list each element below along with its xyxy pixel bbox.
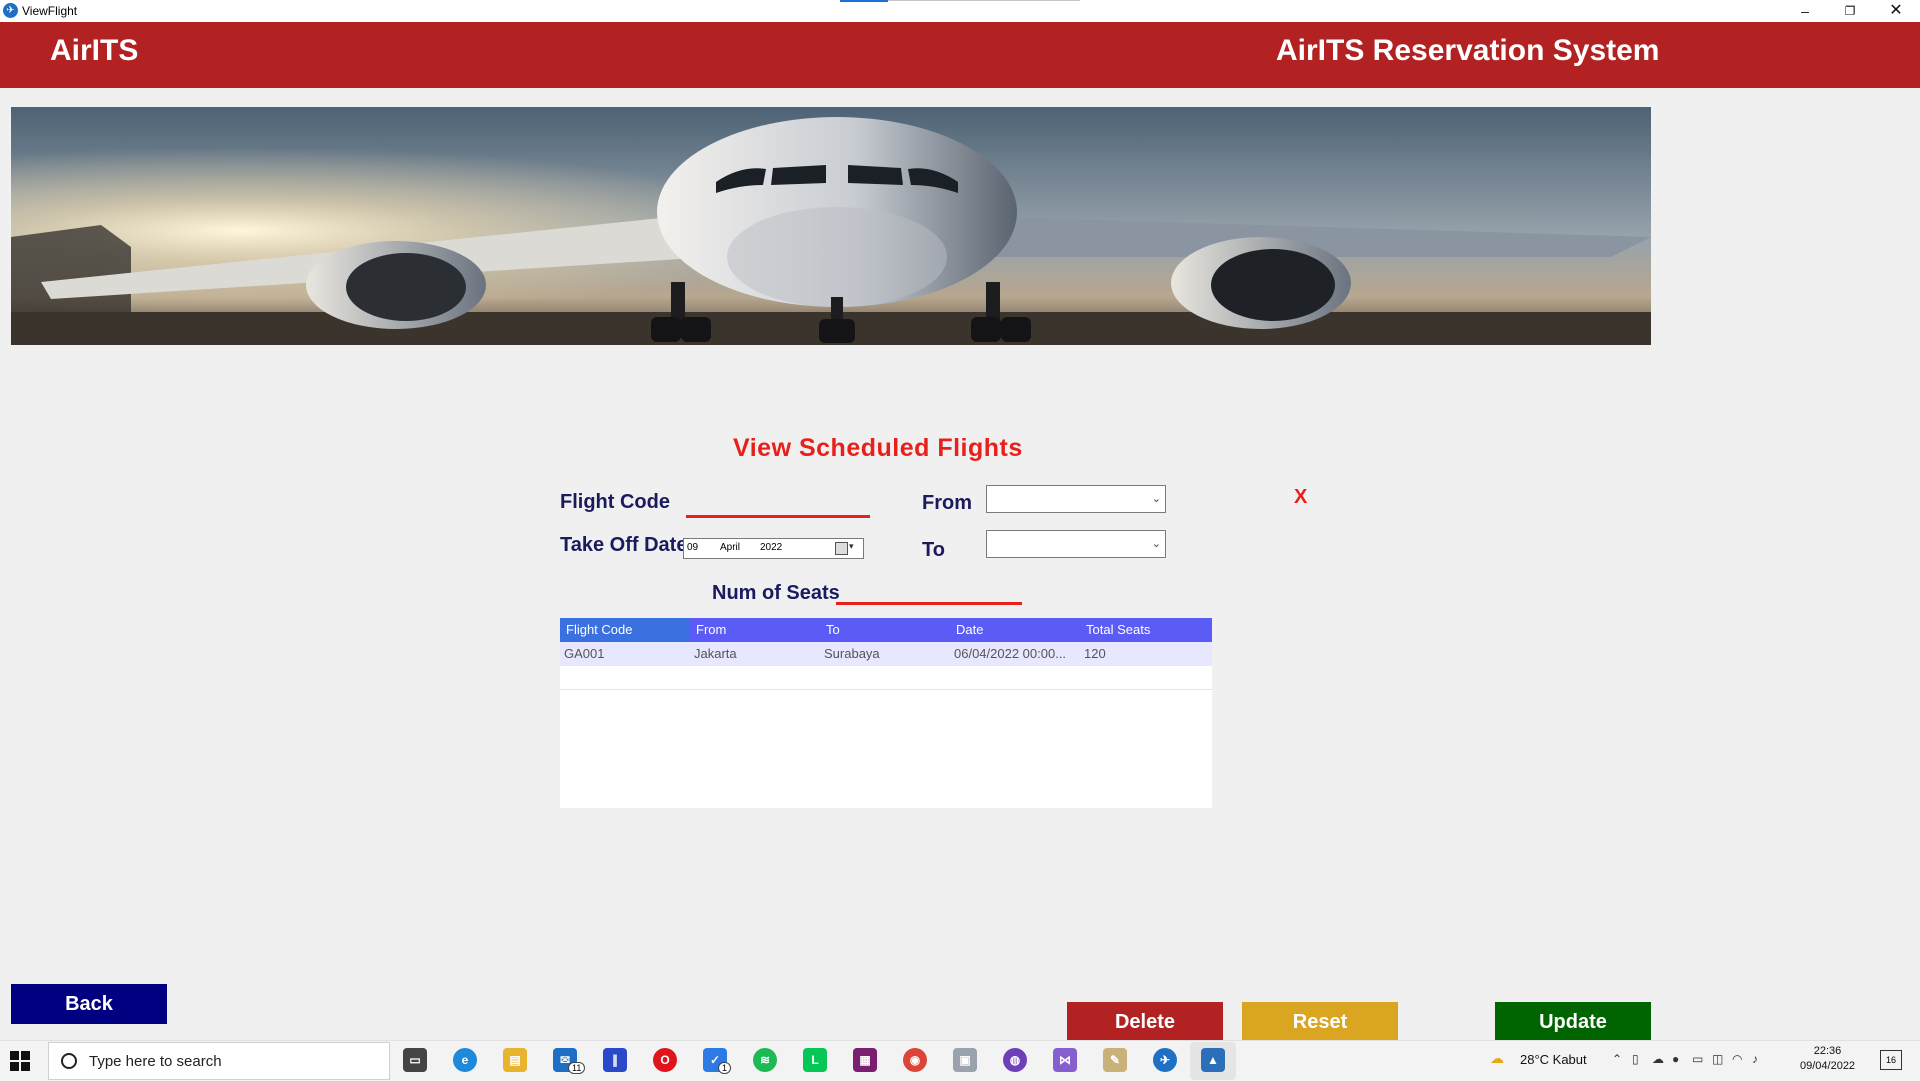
flight-code-label: Flight Code <box>560 491 670 513</box>
date-day: 09 <box>687 542 699 553</box>
chrome-icon[interactable]: ◉ <box>903 1048 927 1072</box>
cell-from[interactable]: Jakarta <box>690 642 820 666</box>
column-header-total-seats[interactable]: Total Seats <box>1080 618 1212 642</box>
microphone-icon[interactable]: ● <box>1672 1052 1679 1066</box>
airplane-app-icon: ✈ <box>3 3 18 18</box>
task-view-icon[interactable]: ▭ <box>403 1048 427 1072</box>
airplane-illustration <box>11 107 1651 345</box>
clock-date: 09/04/2022 <box>1800 1060 1856 1072</box>
table-row[interactable]: GA001 Jakarta Surabaya 06/04/2022 00:00.… <box>560 642 1212 666</box>
line-icon[interactable]: L <box>803 1048 827 1072</box>
delete-button[interactable]: Delete <box>1067 1002 1223 1042</box>
photos-icon[interactable]: ▲ <box>1201 1048 1225 1072</box>
minimize-button[interactable]: – <box>1782 0 1828 22</box>
airits-app-icon[interactable]: ✈ <box>1153 1048 1177 1072</box>
from-select[interactable]: ⌄ <box>986 485 1166 513</box>
airplane-banner-image <box>11 107 1651 345</box>
todo-badge: 1 <box>718 1062 732 1074</box>
num-of-seats-label: Num of Seats <box>712 582 840 604</box>
window-titlebar <box>0 0 1920 22</box>
date-month: April <box>720 542 741 553</box>
page-title: View Scheduled Flights <box>733 434 1023 462</box>
column-header-flight-code[interactable]: Flight Code <box>560 618 690 642</box>
column-header-to[interactable]: To <box>820 618 950 642</box>
notification-center-icon[interactable]: 16 <box>1880 1050 1902 1070</box>
volume-icon[interactable]: ♪ <box>1752 1052 1758 1066</box>
flight-code-input[interactable] <box>686 489 870 518</box>
window-title: ViewFlight <box>22 4 78 18</box>
battery-icon[interactable]: ▯ <box>1632 1052 1639 1066</box>
cell-to[interactable]: Surabaya <box>820 642 950 666</box>
camera-icon[interactable]: ◫ <box>1712 1052 1723 1066</box>
edge-icon[interactable]: e <box>453 1048 477 1072</box>
windows-start-icon[interactable] <box>10 1051 32 1073</box>
update-button[interactable]: Update <box>1495 1002 1651 1042</box>
cloud-icon[interactable]: ☁ <box>1652 1052 1664 1066</box>
column-header-from[interactable]: From <box>690 618 820 642</box>
to-label: To <box>922 539 945 561</box>
wifi-icon[interactable]: ◠ <box>1732 1052 1742 1066</box>
date-year: 2022 <box>760 542 783 553</box>
window-close-button[interactable]: ✕ <box>1873 0 1919 22</box>
chevron-down-icon[interactable]: ⌄ <box>1152 537 1161 550</box>
maximize-button[interactable]: ❐ <box>1827 0 1873 22</box>
weather-icon: ☁ <box>1490 1050 1504 1066</box>
column-header-date[interactable]: Date <box>950 618 1080 642</box>
to-select[interactable]: ⌄ <box>986 530 1166 558</box>
chevron-down-icon[interactable]: ⌄ <box>1152 492 1161 505</box>
photos-viewer-icon[interactable]: ▣ <box>953 1048 977 1072</box>
takeoff-date-picker[interactable]: 09 April 2022 ▾ <box>683 538 864 559</box>
table-header: Flight Code From To Date Total Seats <box>560 618 1212 642</box>
opera-icon[interactable]: O <box>653 1048 677 1072</box>
paint-icon[interactable]: ✎ <box>1103 1048 1127 1072</box>
weather-text: 28°C Kabut <box>1520 1052 1587 1067</box>
chevron-up-icon[interactable]: ⌃ <box>1612 1052 1622 1066</box>
spotify-icon[interactable]: ≋ <box>753 1048 777 1072</box>
taskbar-search-box[interactable]: Type here to search <box>48 1042 390 1080</box>
num-of-seats-input[interactable] <box>836 578 1022 605</box>
winrar-icon[interactable]: ▦ <box>853 1048 877 1072</box>
app-icon[interactable]: ∥ <box>603 1048 627 1072</box>
cell-total-seats[interactable]: 120 <box>1080 642 1212 666</box>
file-explorer-icon[interactable]: ▤ <box>503 1048 527 1072</box>
titlebar-divider <box>888 0 1080 1</box>
cell-flight-code[interactable]: GA001 <box>560 642 690 666</box>
clock-time: 22:36 <box>1813 1045 1842 1057</box>
close-x-button[interactable]: X <box>1294 486 1307 509</box>
brand-logo-text: AirITS <box>50 34 139 67</box>
mail-badge: 11 <box>568 1062 586 1074</box>
cell-date[interactable]: 06/04/2022 00:00... <box>950 642 1080 666</box>
flights-table[interactable]: Flight Code From To Date Total Seats GA0… <box>560 618 1212 808</box>
takeoff-date-label: Take Off Date <box>560 534 688 556</box>
display-icon[interactable]: ▭ <box>1692 1052 1703 1066</box>
search-placeholder: Type here to search <box>89 1053 222 1070</box>
calendar-icon[interactable] <box>835 542 848 555</box>
github-icon[interactable]: ◍ <box>1003 1048 1027 1072</box>
table-row-divider <box>560 689 1212 690</box>
search-icon <box>61 1053 77 1069</box>
reset-button[interactable]: Reset <box>1242 1002 1398 1042</box>
back-button[interactable]: Back <box>11 984 167 1024</box>
titlebar-accent <box>840 0 888 2</box>
system-title: AirITS Reservation System <box>1276 34 1660 67</box>
visual-studio-icon[interactable]: ⋈ <box>1053 1048 1077 1072</box>
chevron-down-icon[interactable]: ▾ <box>849 541 854 552</box>
from-label: From <box>922 492 972 514</box>
taskbar-clock[interactable]: 22:36 09/04/2022 <box>1800 1044 1855 1074</box>
